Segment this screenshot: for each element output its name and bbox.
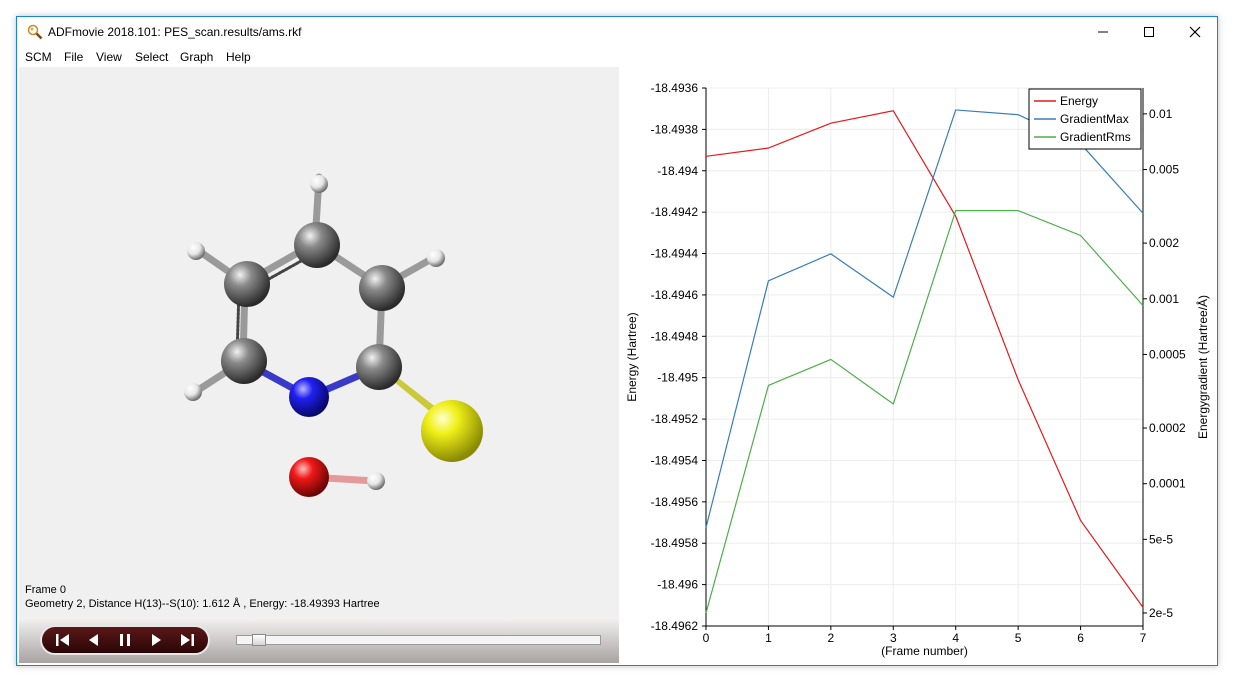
y-tick-label: -18.4948: [651, 329, 699, 343]
atom-c-upper-right[interactable]: [359, 265, 405, 311]
y2-tick-label: 5e-5: [1149, 532, 1173, 546]
playback-bar: [19, 617, 619, 663]
geometry-info: Geometry 2, Distance H(13)--S(10): 1.612…: [25, 598, 380, 610]
x-tick-label: 7: [1140, 631, 1147, 645]
x-tick-label: 4: [952, 631, 959, 645]
frame-slider[interactable]: [236, 634, 601, 646]
previous-frame-button[interactable]: [82, 631, 104, 649]
close-icon: [1189, 26, 1201, 38]
x-tick-label: 3: [890, 631, 897, 645]
y2-tick-label: 0.005: [1149, 163, 1179, 177]
last-frame-icon: [181, 634, 194, 646]
y2-tick-label: 0.0002: [1149, 421, 1186, 435]
app-window: ADFmovie 2018.101: PES_scan.results/ams.…: [16, 16, 1218, 666]
atom-h-top[interactable]: [310, 175, 328, 193]
y-tick-label: -18.4938: [651, 122, 699, 136]
y2-tick-label: 0.001: [1149, 292, 1179, 306]
x-tick-label: 1: [765, 631, 772, 645]
adfmovie-app-icon: [27, 24, 43, 40]
molecule-3d-view[interactable]: [19, 67, 619, 617]
next-frame-icon: [152, 634, 161, 646]
maximize-icon: [1144, 27, 1154, 37]
pause-button[interactable]: [114, 631, 136, 649]
y-tick-label: -18.494: [657, 164, 698, 178]
first-frame-button[interactable]: [52, 631, 74, 649]
atom-c-top[interactable]: [294, 222, 340, 268]
y-tick-label: -18.4946: [651, 288, 699, 302]
y-tick-label: -18.4958: [651, 536, 699, 550]
y-tick-label: -18.4956: [651, 495, 699, 509]
frame-slider-thumb[interactable]: [252, 634, 266, 646]
molecule-bonds: [191, 173, 458, 485]
previous-frame-icon: [89, 634, 98, 646]
y-tick-label: -18.4952: [651, 412, 699, 426]
atom-o[interactable]: [289, 457, 329, 497]
first-frame-icon: [56, 634, 69, 646]
y2-tick-label: 0.0005: [1149, 347, 1186, 361]
x-tick-label: 0: [703, 631, 710, 645]
menu-file[interactable]: File: [64, 50, 83, 64]
menu-graph[interactable]: Graph: [180, 50, 213, 64]
y-tick-label: -18.4962: [651, 619, 699, 633]
minimize-button[interactable]: [1080, 17, 1126, 47]
series-line-energy: [705, 110, 1144, 608]
atom-h-upper-right[interactable]: [427, 249, 445, 267]
y-axis-label: Energy (Hartree): [625, 312, 639, 401]
playback-controls: [40, 625, 210, 655]
next-frame-button[interactable]: [146, 631, 168, 649]
y-tick-label: -18.496: [657, 578, 698, 592]
x-tick-label: 6: [1077, 631, 1084, 645]
y2-axis-label: Energygradient (Hartree/Å): [1195, 295, 1210, 439]
molecule-viewer[interactable]: Frame 0 Geometry 2, Distance H(13)--S(10…: [19, 67, 619, 617]
minimize-icon: [1098, 31, 1108, 33]
window-title: ADFmovie 2018.101: PES_scan.results/ams.…: [48, 25, 302, 39]
menu-select[interactable]: Select: [135, 50, 168, 64]
atom-h-upper-left[interactable]: [187, 242, 205, 260]
atom-c-lower-left[interactable]: [221, 338, 267, 384]
x-tick-label: 5: [1015, 631, 1022, 645]
legend-label: GradientRms: [1060, 130, 1131, 144]
maximize-button[interactable]: [1126, 17, 1172, 47]
atom-h-lower-left[interactable]: [184, 383, 202, 401]
frame-label: Frame 0: [25, 584, 66, 596]
y-tick-label: -18.4944: [651, 247, 699, 261]
molecule-atoms: [184, 175, 483, 497]
graph-panel: -18.4936 -18.4938 -18.494 -18.4942 -18.4944 -…: [621, 67, 1217, 665]
energy-gradient-chart[interactable]: -18.4936 -18.4938 -18.494 -18.4942 -18.4944 -…: [621, 67, 1217, 665]
y-tick-label: -18.4954: [651, 453, 699, 467]
y2-tick-label: 2e-5: [1149, 606, 1173, 620]
title-bar: ADFmovie 2018.101: PES_scan.results/ams.…: [17, 17, 1217, 47]
x-tick-label: 2: [828, 631, 835, 645]
menu-bar: SCM File View Select Graph Help: [17, 47, 1217, 67]
close-button[interactable]: [1172, 17, 1218, 47]
y2-tick-label: 0.002: [1149, 236, 1179, 250]
legend-label: GradientMax: [1060, 112, 1129, 126]
legend-label: Energy: [1060, 94, 1098, 108]
y2-tick-label: 0.01: [1149, 107, 1173, 121]
x-axis-label: (Frame number): [881, 644, 968, 658]
atom-h-hydroxyl[interactable]: [367, 472, 385, 490]
y-tick-label: -18.495: [657, 371, 698, 385]
menu-scm[interactable]: SCM: [25, 50, 52, 64]
y2-tick-label: 0.0001: [1149, 477, 1186, 491]
series-line-gradientrms: [705, 209, 1144, 614]
atom-c-upper-left[interactable]: [224, 261, 270, 307]
menu-help[interactable]: Help: [226, 50, 251, 64]
last-frame-button[interactable]: [176, 631, 198, 649]
y-tick-label: -18.4942: [651, 205, 699, 219]
y-tick-label: -18.4936: [651, 81, 699, 95]
menu-view[interactable]: View: [96, 50, 122, 64]
atom-s[interactable]: [421, 400, 483, 462]
atom-n[interactable]: [289, 377, 329, 417]
series-line-gradientmax: [705, 109, 1144, 528]
pause-icon: [120, 634, 130, 646]
atom-c-lower-right[interactable]: [356, 344, 402, 390]
